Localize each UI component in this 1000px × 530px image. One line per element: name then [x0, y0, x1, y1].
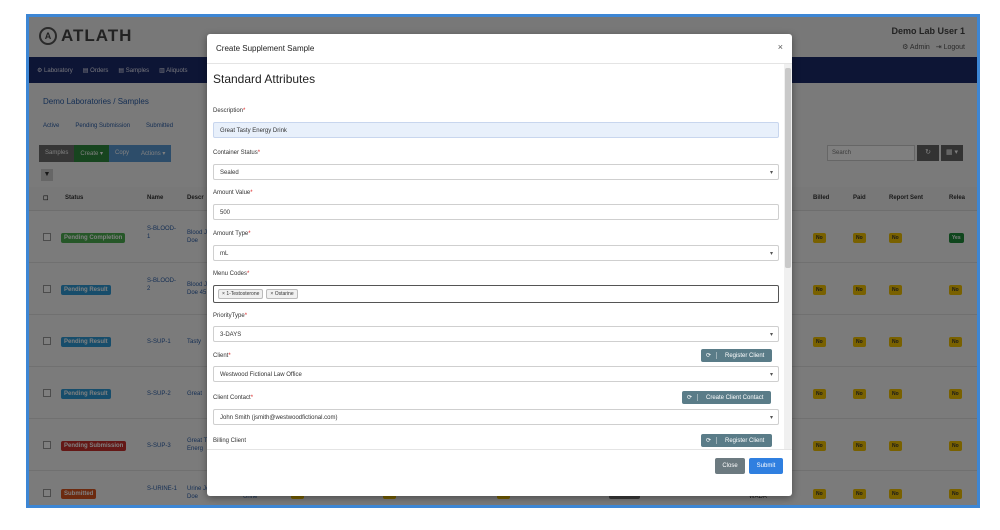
scrollbar-thumb[interactable] [785, 68, 791, 268]
tag-label: Ostarine [274, 291, 294, 297]
amount-type-label: Amount Type* [213, 231, 251, 237]
chevron-down-icon: ▾ [769, 251, 773, 257]
section-title: Standard Attributes [213, 72, 316, 86]
close-button[interactable]: Close [715, 458, 745, 474]
priority-type-label: PriorityType* [213, 313, 247, 319]
refresh-icon: ⟳ [701, 352, 717, 359]
label-text: Amount Type [213, 231, 249, 237]
button-label: Register Client [725, 437, 765, 444]
refresh-icon: ⟳ [682, 394, 698, 401]
container-status-select[interactable]: Sealed ▾ [213, 164, 779, 180]
label-text: PriorityType [213, 313, 245, 319]
required-mark: * [247, 271, 250, 277]
chevron-down-icon: ▾ [769, 170, 773, 176]
chevron-down-icon: ▾ [769, 372, 773, 378]
close-icon[interactable]: × [778, 42, 783, 52]
menu-codes-multiselect[interactable]: × 1-Testosterone × Ostarine [213, 285, 779, 303]
required-mark: * [228, 353, 231, 359]
modal-header: Create Supplement Sample × [207, 34, 792, 64]
description-label: Description* [213, 108, 245, 114]
client-contact-select[interactable]: John Smith (jsmith@westwoodfictional.com… [213, 409, 779, 425]
button-label: Register Client [725, 352, 765, 359]
select-value: Sealed [220, 170, 239, 176]
description-input[interactable]: Great Tasty Energy Drink [213, 122, 779, 138]
menu-code-tag[interactable]: × 1-Testosterone [218, 289, 264, 299]
amount-value-input[interactable]: 500 [213, 204, 779, 220]
container-status-label: Container Status* [213, 150, 260, 156]
required-mark: * [244, 313, 248, 319]
modal-footer: Close Submit [207, 449, 792, 496]
tag-label: 1-Testosterone [226, 291, 260, 297]
create-client-contact-button[interactable]: ⟳ Create Client Contact [682, 391, 772, 404]
refresh-icon: ⟳ [701, 437, 717, 444]
app-frame: A ATLATH Demo Lab User 1 ⚙ Admin ⇥ Logou… [26, 14, 980, 508]
priority-type-select[interactable]: 3-DAYS ▾ [213, 326, 779, 342]
submit-button[interactable]: Submit [749, 458, 783, 474]
app: A ATLATH Demo Lab User 1 ⚙ Admin ⇥ Logou… [29, 17, 977, 505]
select-value: Westwood Fictional Law Office [220, 372, 302, 378]
modal-body[interactable]: Standard Attributes Description* Great T… [207, 64, 784, 449]
client-select[interactable]: Westwood Fictional Law Office ▾ [213, 366, 779, 382]
required-mark: * [250, 395, 254, 401]
chevron-down-icon: ▾ [769, 415, 773, 421]
billing-client-label: Billing Client [213, 438, 247, 444]
modal-title: Create Supplement Sample [216, 44, 315, 53]
create-supplement-sample-modal: Create Supplement Sample × Standard Attr… [207, 34, 792, 496]
required-mark: * [250, 190, 253, 196]
button-label: Create Client Contact [706, 394, 764, 401]
label-text: Container Status [213, 150, 258, 156]
select-value: John Smith (jsmith@westwoodfictional.com… [220, 415, 338, 421]
required-mark: * [248, 231, 251, 237]
select-value: mL [220, 251, 229, 257]
amount-type-select[interactable]: mL ▾ [213, 245, 779, 261]
label-text: Amount Value [213, 190, 251, 196]
required-mark: * [243, 108, 246, 114]
menu-codes-label: Menu Codes* [213, 271, 249, 277]
label-text: Client Contact [213, 395, 251, 401]
amount-value-label: Amount Value* [213, 190, 253, 196]
client-label: Client* [213, 353, 231, 359]
label-text: Client [213, 353, 229, 359]
menu-code-tag[interactable]: × Ostarine [266, 289, 298, 299]
label-text: Menu Codes [213, 271, 248, 277]
label-text: Description [213, 108, 244, 114]
register-billing-client-button[interactable]: ⟳ Register Client [701, 434, 773, 447]
modal-scrollbar[interactable] [784, 64, 792, 449]
chevron-down-icon: ▾ [769, 332, 773, 338]
required-mark: * [257, 150, 261, 156]
select-value: 3-DAYS [220, 332, 242, 338]
register-client-button[interactable]: ⟳ Register Client [701, 349, 773, 362]
client-contact-label: Client Contact* [213, 395, 253, 401]
